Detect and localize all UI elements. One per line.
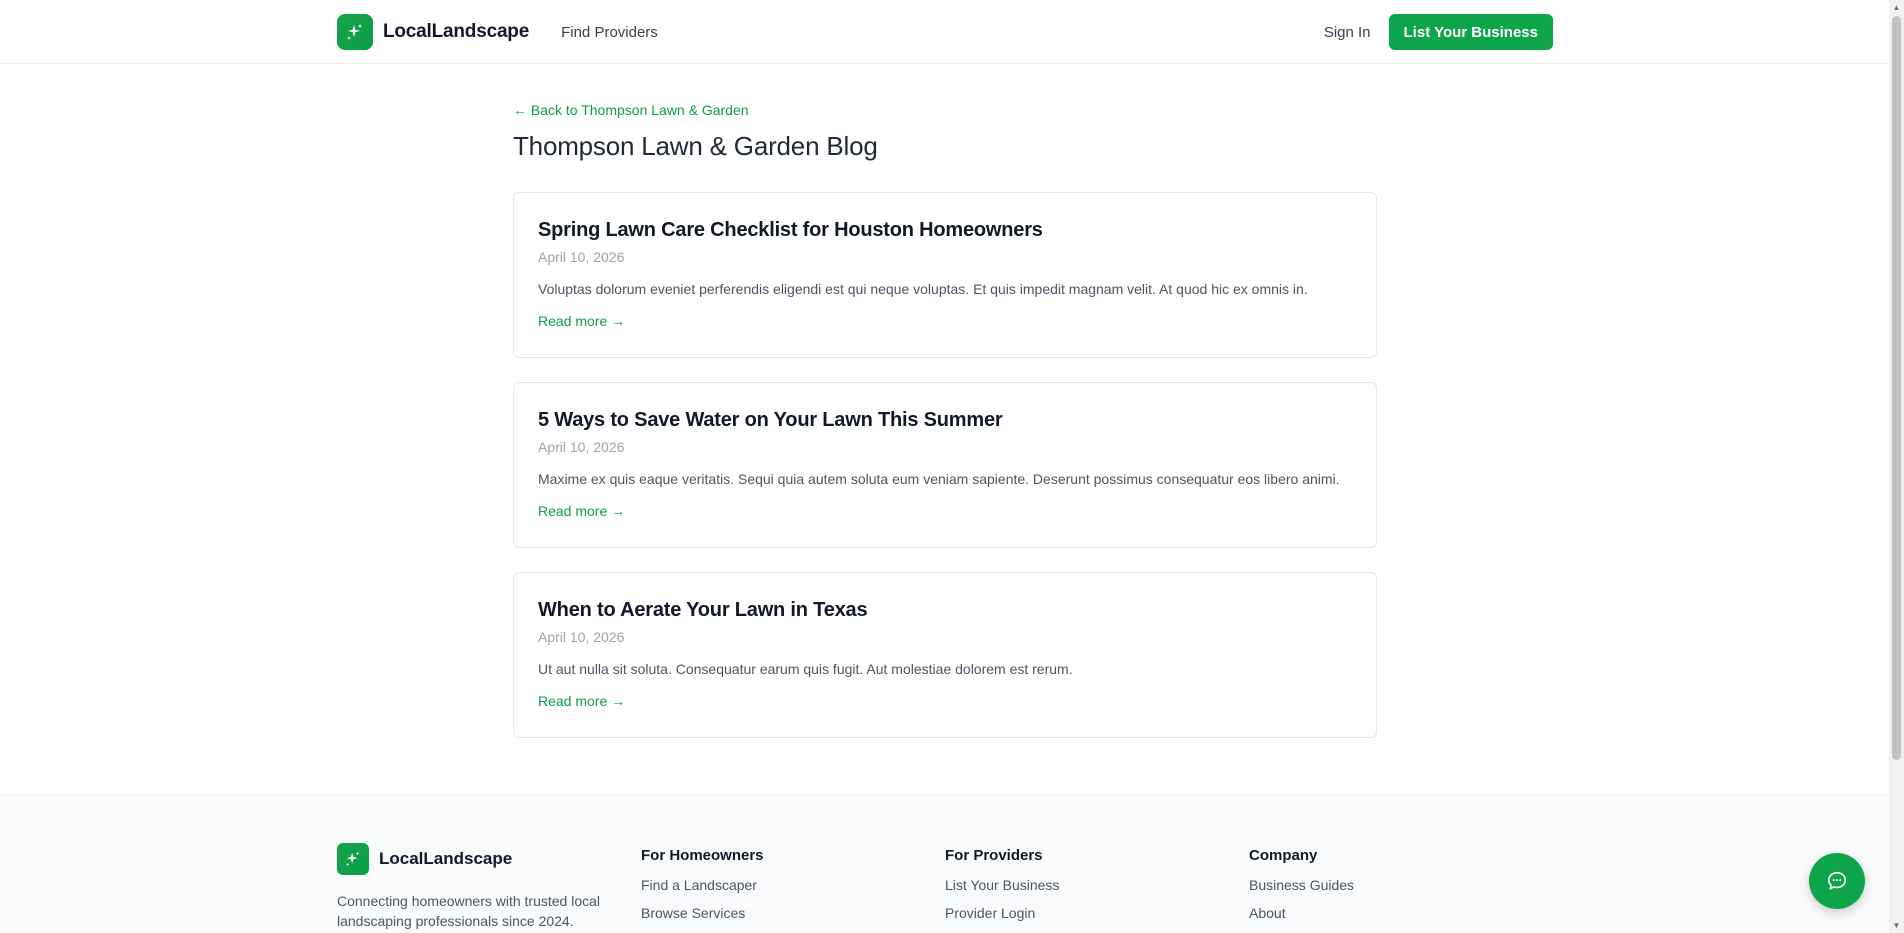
sparkle-icon-svg: [345, 851, 360, 867]
footer-link-list: Business Guides About: [1249, 875, 1553, 923]
post-date: April 10, 2026: [538, 629, 625, 645]
footer-link-list: List Your Business Provider Login: [945, 875, 1249, 923]
page-title: Thompson Lawn & Garden Blog: [513, 131, 878, 161]
read-more-link[interactable]: Read more →: [538, 691, 625, 711]
brand-name: LocalLandscape: [383, 21, 530, 42]
read-more-link[interactable]: Read more →: [538, 311, 625, 331]
scroll-up-arrow-icon[interactable]: ▲: [1889, 0, 1904, 15]
footer-heading: For Homeowners: [641, 847, 764, 864]
back-link[interactable]: ← Back to Thompson Lawn & Garden: [513, 100, 1377, 120]
site-footer: LocalLandscape Connecting homeowners wit…: [0, 794, 1889, 933]
post-title[interactable]: When to Aerate Your Lawn in Texas: [538, 597, 1352, 623]
scrollbar-thumb[interactable]: [1892, 16, 1901, 760]
header-left: LocalLandscape Find Providers: [337, 14, 658, 50]
footer-link-provider-login[interactable]: Provider Login: [945, 903, 1249, 923]
footer-brand-column: LocalLandscape Connecting homeowners wit…: [337, 843, 641, 931]
footer-link-find-a-landscaper[interactable]: Find a Landscaper: [641, 875, 945, 895]
footer-tagline: Connecting homeowners with trusted local…: [337, 893, 601, 929]
chat-button[interactable]: [1809, 853, 1865, 909]
footer-column-providers: For Providers List Your Business Provide…: [945, 843, 1249, 931]
sparkle-icon: [337, 14, 373, 50]
post-card: When to Aerate Your Lawn in Texas April …: [513, 572, 1377, 738]
list-your-business-button[interactable]: List Your Business: [1388, 14, 1553, 50]
post-list: Spring Lawn Care Checklist for Houston H…: [513, 192, 1377, 738]
scroll-down-arrow-icon[interactable]: ▼: [1889, 918, 1904, 933]
read-more-link[interactable]: Read more →: [538, 501, 625, 521]
nav-find-providers[interactable]: Find Providers: [561, 24, 658, 41]
header-inner: LocalLandscape Find Providers Sign In Li…: [337, 0, 1553, 64]
post-excerpt: Voluptas dolorum eveniet perferendis eli…: [538, 281, 1308, 297]
footer-link-about[interactable]: About: [1249, 903, 1553, 923]
sign-in-link[interactable]: Sign In: [1324, 24, 1371, 41]
footer-column-company: Company Business Guides About: [1249, 843, 1553, 931]
post-excerpt: Ut aut nulla sit soluta. Consequatur ear…: [538, 661, 1073, 677]
footer-brand[interactable]: LocalLandscape: [337, 843, 641, 875]
post-title[interactable]: Spring Lawn Care Checklist for Houston H…: [538, 217, 1352, 243]
chat-bubble-icon: [1827, 871, 1847, 890]
footer-heading: For Providers: [945, 847, 1043, 864]
footer-heading: Company: [1249, 847, 1318, 864]
footer-inner: LocalLandscape Connecting homeowners wit…: [337, 843, 1553, 931]
footer-link-browse-services[interactable]: Browse Services: [641, 903, 945, 923]
blog-main: ← Back to Thompson Lawn & Garden Thompso…: [513, 100, 1377, 762]
brand-link[interactable]: LocalLandscape: [337, 14, 529, 50]
post-excerpt: Maxime ex quis eaque veritatis. Sequi qu…: [538, 471, 1340, 487]
footer-brand-name: LocalLandscape: [379, 849, 513, 868]
vertical-scrollbar[interactable]: ▲ ▼: [1889, 0, 1904, 933]
post-title[interactable]: 5 Ways to Save Water on Your Lawn This S…: [538, 407, 1352, 433]
post-date: April 10, 2026: [538, 249, 625, 265]
page: LocalLandscape Find Providers Sign In Li…: [0, 0, 1904, 933]
footer-column-homeowners: For Homeowners Find a Landscaper Browse …: [641, 843, 945, 931]
site-header: LocalLandscape Find Providers Sign In Li…: [0, 0, 1889, 64]
post-card: Spring Lawn Care Checklist for Houston H…: [513, 192, 1377, 358]
post-card: 5 Ways to Save Water on Your Lawn This S…: [513, 382, 1377, 548]
footer-link-business-guides[interactable]: Business Guides: [1249, 875, 1553, 895]
post-date: April 10, 2026: [538, 439, 625, 455]
sparkle-icon: [337, 843, 369, 875]
footer-link-list-your-business[interactable]: List Your Business: [945, 875, 1249, 895]
footer-link-list: Find a Landscaper Browse Services: [641, 875, 945, 923]
header-right: Sign In List Your Business: [1324, 14, 1553, 50]
sparkle-icon-svg: [347, 24, 362, 40]
